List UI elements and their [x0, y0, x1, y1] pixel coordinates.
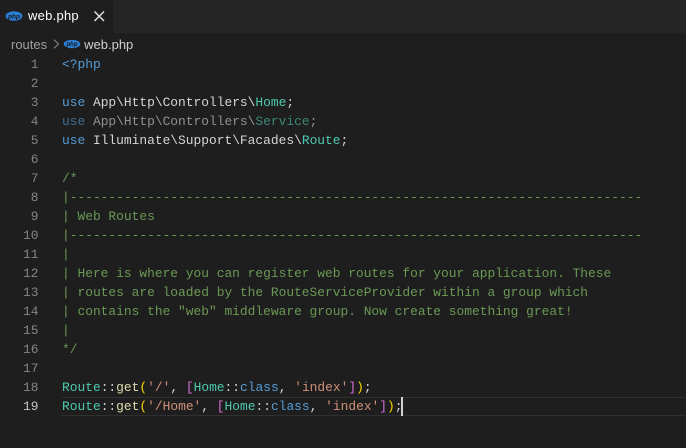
svg-text:php: php — [66, 42, 78, 48]
svg-text:php: php — [7, 13, 20, 20]
